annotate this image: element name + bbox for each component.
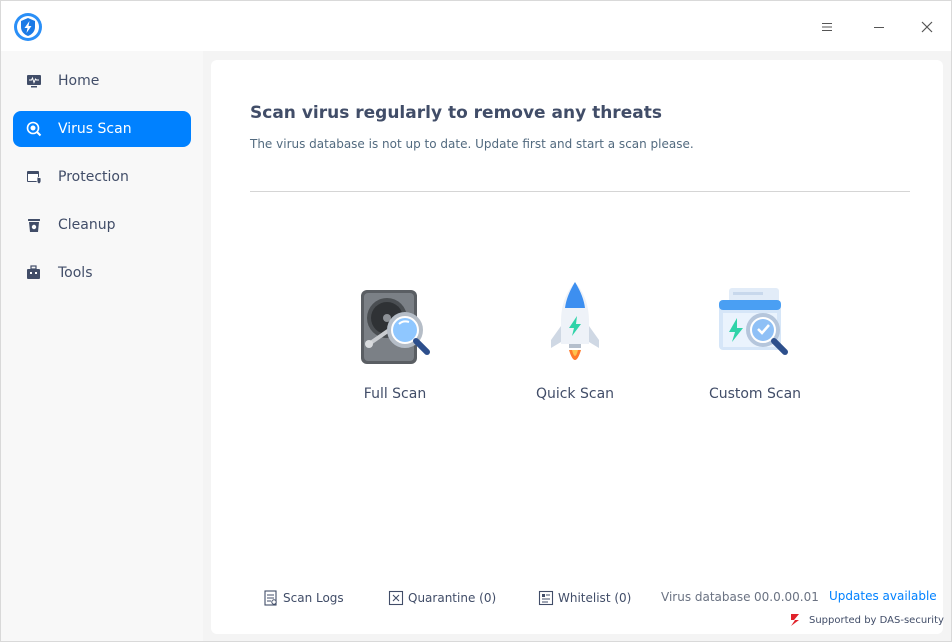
page-subtitle: The virus database is not up to date. Up…	[250, 137, 694, 151]
hamburger-menu-icon[interactable]	[811, 11, 843, 43]
sidebar-item-virus-scan[interactable]: Virus Scan	[13, 111, 191, 147]
monitor-pulse-icon	[26, 73, 42, 89]
main-panel: Scan virus regularly to remove any threa…	[211, 60, 943, 634]
scan-logs-label: Scan Logs	[283, 591, 344, 605]
sidebar-item-protection[interactable]: Protection	[13, 159, 191, 195]
scan-logs-link[interactable]: Scan Logs	[263, 588, 344, 608]
scan-option-label: Full Scan	[363, 386, 427, 402]
updates-available-link[interactable]: Updates available	[829, 589, 937, 603]
quarantine-box-icon	[388, 590, 404, 606]
page-title: Scan virus regularly to remove any threa…	[250, 103, 662, 123]
virus-database-version: 00.0.00.01	[754, 590, 819, 604]
das-security-logo-icon	[789, 613, 801, 627]
scan-magnifier-icon	[26, 121, 42, 137]
titlebar	[1, 1, 951, 51]
sidebar-item-label: Home	[58, 73, 100, 89]
sidebar-item-label: Virus Scan	[58, 121, 132, 137]
sidebar-item-label: Tools	[58, 265, 93, 281]
supported-by-label: Supported by DAS-security	[809, 614, 944, 626]
quarantine-label: Quarantine (0)	[408, 591, 497, 605]
supported-by: Supported by DAS-security	[789, 613, 944, 627]
shield-bolt-icon	[13, 12, 43, 42]
window-shield-icon	[26, 169, 42, 185]
sidebar-item-cleanup[interactable]: Cleanup	[13, 207, 191, 243]
app-window: Home Virus Scan Protection Cleanup Tools…	[0, 0, 952, 642]
sidebar-item-label: Protection	[58, 169, 129, 185]
quick-scan-button[interactable]: Quick Scan	[510, 278, 640, 408]
whitelist-label: Whitelist (0)	[558, 591, 632, 605]
minimize-icon[interactable]	[863, 11, 895, 43]
quarantine-link[interactable]: Quarantine (0)	[388, 588, 496, 608]
hard-drive-magnifier-icon	[361, 290, 430, 364]
trash-bin-icon	[26, 217, 42, 233]
rocket-icon	[551, 282, 599, 360]
folder-magnifier-icon	[719, 288, 788, 355]
scan-option-label: Custom Scan	[708, 386, 802, 402]
whitelist-link[interactable]: Whitelist (0)	[538, 588, 631, 608]
sidebar-item-tools[interactable]: Tools	[13, 255, 191, 291]
sidebar-item-label: Cleanup	[58, 217, 116, 233]
sidebar-item-home[interactable]: Home	[13, 63, 191, 99]
toolbox-icon	[26, 265, 42, 281]
scan-option-label: Quick Scan	[535, 386, 615, 402]
sidebar: Home Virus Scan Protection Cleanup Tools	[1, 51, 203, 641]
full-scan-button[interactable]: Full Scan	[330, 278, 460, 408]
divider	[250, 191, 910, 192]
virus-database-label: Virus database	[661, 590, 751, 604]
close-icon[interactable]	[911, 11, 943, 43]
custom-scan-button[interactable]: Custom Scan	[690, 278, 820, 408]
log-document-icon	[263, 590, 279, 606]
whitelist-icon	[538, 590, 554, 606]
